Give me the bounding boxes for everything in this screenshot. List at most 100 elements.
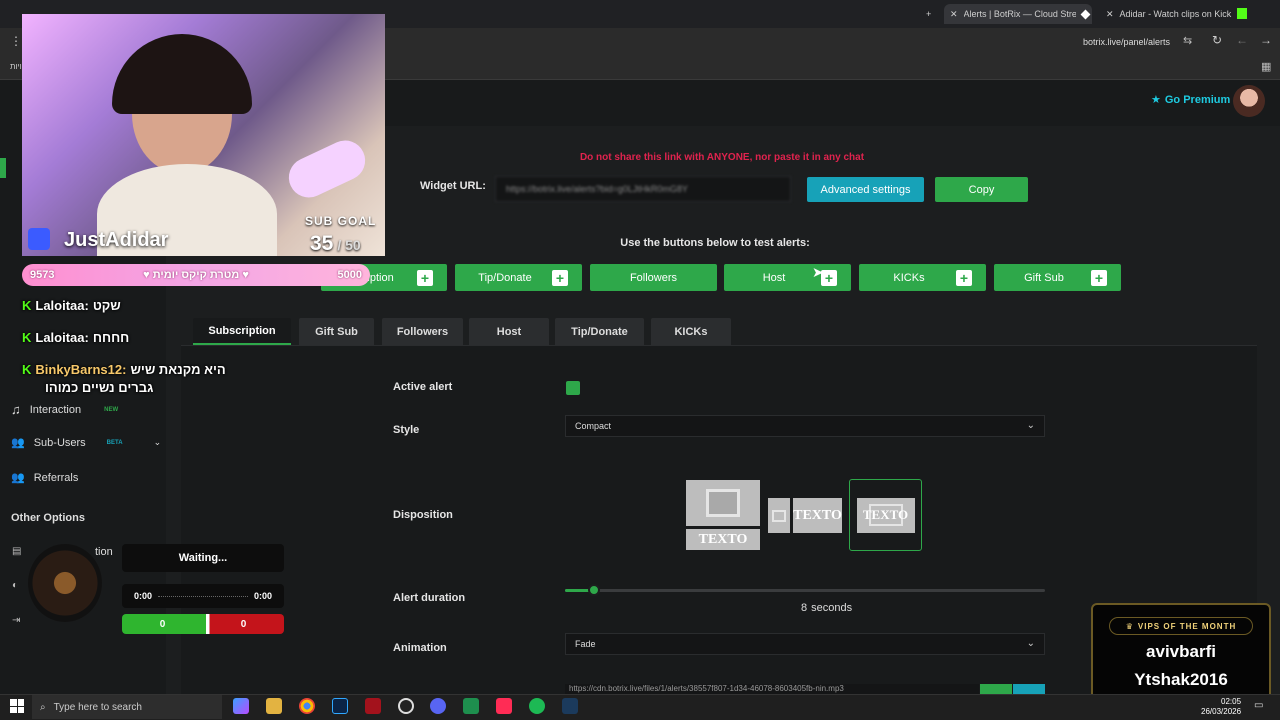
disposition-option-horizontal[interactable]: TEXTO (768, 498, 842, 533)
vip-name: avivbarfi (1146, 642, 1216, 661)
plus-icon: + (552, 270, 568, 286)
test-kicks-button[interactable]: KICKs + (859, 264, 986, 291)
sidebar-item-referrals[interactable]: 👥 Referrals (11, 471, 78, 485)
kick-badge-icon: K (22, 298, 32, 313)
sub-goal-label: SUB GOAL (305, 214, 377, 228)
tab-host[interactable]: Host (469, 318, 549, 345)
music-status: Waiting... (122, 544, 284, 572)
users-icon: 👥 (11, 437, 25, 449)
chrome-icon[interactable] (299, 698, 315, 714)
spotify-icon[interactable] (529, 698, 545, 714)
play-button[interactable] (980, 684, 1012, 694)
taskbar-app-icon[interactable] (463, 698, 479, 714)
sub-goal-counter: 35 / 50 (310, 232, 361, 255)
kick-badge-icon: K (22, 330, 32, 345)
vip-name: Ytshak2016 (1134, 670, 1228, 689)
chat-message-continuation: גברים נשיים כמוהו (45, 380, 154, 395)
windows-start-icon[interactable] (10, 699, 24, 713)
chat-message: K BinkyBarns12: היא מקנאת שיש (22, 362, 226, 377)
test-tip-donate-button[interactable]: Tip/Donate + (455, 264, 582, 291)
upload-button[interactable] (1013, 684, 1045, 694)
sidebar-item-sub-users[interactable]: 👥 Sub-Users BETA ⌄ (11, 436, 162, 450)
image-placeholder-icon (686, 480, 760, 526)
discord-icon[interactable] (430, 698, 446, 714)
taskbar-app-icon[interactable] (365, 698, 381, 714)
menu-dots-icon[interactable]: ⋮ (10, 34, 22, 48)
avatar[interactable] (1233, 85, 1265, 117)
sidebar-item-interaction[interactable]: ♫ Interaction NEW (11, 402, 118, 417)
tab-close-icon[interactable]: ✕ (950, 9, 958, 20)
tune-icon[interactable]: ⇆ (1183, 34, 1192, 47)
tiktok-icon[interactable] (496, 698, 512, 714)
test-gift-sub-button[interactable]: Gift Sub + (994, 264, 1121, 291)
duration-slider-track[interactable] (565, 589, 1045, 592)
tab-gift-sub[interactable]: Gift Sub (299, 318, 374, 345)
chevron-down-icon: ⌄ (1026, 420, 1035, 431)
sound-url-input[interactable]: https://cdn.botrix.live/files/1/alerts/3… (565, 684, 979, 694)
style-select[interactable]: Compact ⌄ (565, 415, 1045, 437)
browser-tab-kick[interactable]: ✕ Adidar - Watch clips on Kick (1100, 4, 1231, 24)
alert-duration-label: Alert duration (393, 592, 466, 604)
streamer-name: JustAdidar (64, 229, 169, 251)
go-premium-link[interactable]: ★ Go Premium (1151, 93, 1230, 107)
steam-icon[interactable] (562, 698, 578, 714)
active-alert-checkbox[interactable] (566, 381, 580, 395)
tab-subscription[interactable]: Subscription (193, 318, 291, 345)
copilot-icon[interactable] (233, 698, 249, 714)
sidebar-option-partial[interactable]: tion (95, 546, 113, 558)
taskbar-clock[interactable]: 02:05 26/03/2026 (1201, 697, 1241, 717)
tab-tip-donate[interactable]: Tip/Donate (555, 318, 644, 345)
disposition-option-vertical[interactable]: TEXTO (686, 480, 760, 550)
tab-favicon-icon (1080, 9, 1090, 19)
style-label: Style (393, 424, 420, 436)
reload-icon[interactable]: ↻ (1212, 33, 1222, 47)
other-options-heading: Other Options (11, 512, 85, 524)
daily-goal-bar: 9573 ♥ מטרת קיקס יומית ♥ 5000 (22, 264, 370, 286)
kick-logo-icon (1237, 8, 1247, 19)
sidebar-option-icon[interactable]: ◐ (12, 580, 18, 591)
test-host-button[interactable]: Host + (724, 264, 851, 291)
notification-icon[interactable]: ▭ (1254, 700, 1263, 711)
plus-icon: + (1091, 270, 1107, 286)
photoshop-icon[interactable] (332, 698, 348, 714)
tab-close-icon[interactable]: ✕ (1106, 9, 1114, 20)
disposition-option-overlay[interactable]: TEXTO (849, 479, 922, 551)
taskbar-search[interactable]: ⌕ Type here to search (32, 695, 222, 719)
copy-button[interactable]: Copy (935, 177, 1028, 202)
back-arrow-icon[interactable]: ← (1236, 33, 1248, 47)
new-tab-button[interactable]: + (926, 4, 938, 24)
microphone-shape (282, 133, 372, 205)
animation-select[interactable]: Fade ⌄ (565, 633, 1045, 655)
chat-message: K Laloitaa: שקט (22, 298, 121, 313)
advanced-settings-button[interactable]: Advanced settings (807, 177, 924, 202)
file-explorer-icon[interactable] (266, 698, 282, 714)
widget-url-input[interactable]: https://botrix.live/alerts?bid=g0LJtHkR0… (495, 176, 791, 202)
star-icon: ★ (1151, 94, 1161, 106)
logout-icon[interactable]: ⇥ (12, 615, 20, 626)
chat-message: K Laloitaa: חחחח (22, 330, 130, 345)
browser-tab-alerts[interactable]: ✕ Alerts | BotRix — Cloud Stream (944, 4, 1092, 24)
album-art (28, 544, 102, 622)
tab-followers[interactable]: Followers (382, 318, 463, 345)
apps-grid-icon[interactable]: ▦ (1261, 60, 1271, 73)
image-placeholder-icon (768, 498, 790, 533)
plus-icon: + (417, 270, 433, 286)
chevron-down-icon: ⌄ (153, 437, 162, 447)
search-icon: ⌕ (40, 701, 46, 713)
referrals-icon: 👥 (11, 472, 25, 484)
plus-icon: + (956, 270, 972, 286)
url-text[interactable]: botrix.live/panel/alerts (1083, 37, 1170, 47)
obs-icon[interactable] (398, 698, 414, 714)
tab-kicks[interactable]: KICKs (651, 318, 731, 345)
music-note-icon: ♫ (11, 402, 21, 417)
vote-bar: 0 0 (122, 614, 284, 634)
duration-slider-thumb[interactable] (588, 584, 600, 596)
music-progress: 0:00 0:00 (122, 584, 284, 608)
sidebar-option-icon[interactable]: ▤ (12, 546, 21, 557)
vips-title: ♛ VIPS OF THE MONTH (1109, 617, 1253, 635)
sidebar-active-indicator (0, 158, 6, 178)
hair-shape (112, 34, 252, 114)
forward-arrow-icon[interactable]: → (1260, 33, 1272, 47)
test-followers-button[interactable]: Followers (590, 264, 717, 291)
duration-value: 8 seconds (801, 602, 853, 614)
